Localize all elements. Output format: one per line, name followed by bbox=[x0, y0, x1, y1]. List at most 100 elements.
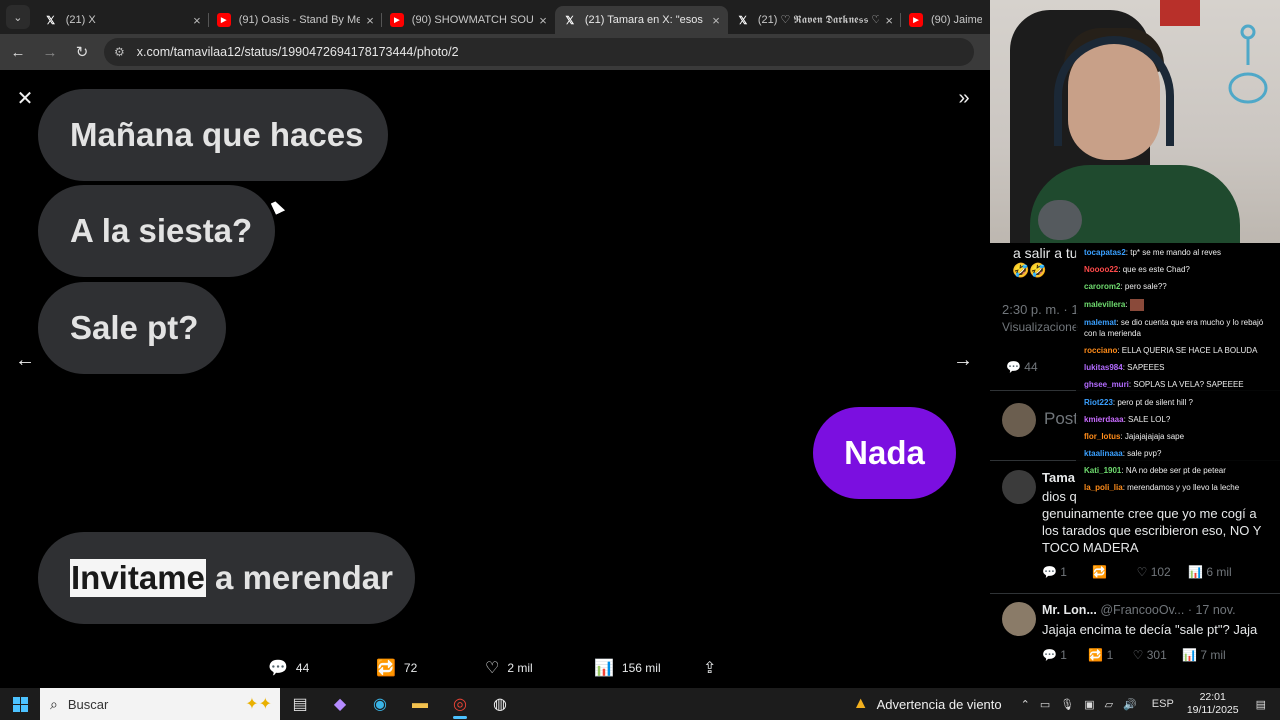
chat-message: lukitas984: SAPEEES bbox=[1084, 362, 1276, 373]
views-button[interactable]: 📊 156 mil bbox=[594, 658, 661, 678]
chat-username[interactable]: la_poli_lia bbox=[1084, 483, 1123, 492]
chat-text: que es este Chad? bbox=[1122, 265, 1190, 275]
chat-username[interactable]: carorom2 bbox=[1084, 282, 1120, 291]
like-button[interactable]: ♡ 2 mil bbox=[485, 658, 533, 678]
chat-username[interactable]: Noooo22 bbox=[1084, 265, 1118, 274]
network-icon[interactable]: ▱ bbox=[1105, 698, 1113, 711]
chat-username[interactable]: malemat bbox=[1084, 318, 1116, 327]
reply-button[interactable]: 💬 44 bbox=[268, 658, 309, 678]
avatar[interactable] bbox=[1002, 403, 1036, 437]
language-indicator[interactable]: ESP bbox=[1152, 698, 1174, 710]
tray-app-icon[interactable]: ▭ bbox=[1040, 698, 1050, 711]
reply-icon[interactable]: 💬 bbox=[1042, 565, 1060, 579]
forward-icon[interactable]: → bbox=[36, 38, 64, 66]
reply-count: 44 bbox=[295, 661, 310, 675]
weather-widget[interactable]: ▲ Advertencia de viento bbox=[853, 695, 1002, 713]
edge-icon[interactable]: ◉ bbox=[360, 688, 400, 720]
close-icon[interactable]: ✕ bbox=[9, 82, 41, 114]
chat-text: NA no debe ser pt de petear bbox=[1125, 466, 1226, 476]
camera-icon[interactable]: ▣ bbox=[1084, 698, 1094, 711]
chat-username[interactable]: tocapatas2 bbox=[1084, 248, 1126, 257]
avatar[interactable] bbox=[1002, 470, 1036, 504]
repost-icon[interactable]: 🔁 bbox=[1092, 565, 1107, 579]
tab-2[interactable]: ▶ (90) SHOWMATCH SOUND × bbox=[382, 6, 555, 34]
share-button[interactable]: ⇪ bbox=[703, 658, 716, 678]
bubble-text: Mañana que haces bbox=[70, 116, 364, 153]
post-reply-input[interactable]: Post bbox=[1044, 409, 1078, 429]
taskbar-search[interactable]: ⌕ Buscar ✦✦ bbox=[40, 688, 280, 720]
chat-username[interactable]: kmierdaaa bbox=[1084, 415, 1124, 424]
like-count: 301 bbox=[1146, 648, 1167, 662]
x-icon: 𝕏 bbox=[46, 14, 56, 27]
repost-button[interactable]: 🔁 72 bbox=[376, 658, 417, 678]
tab-close-icon[interactable]: × bbox=[193, 13, 201, 28]
volume-icon[interactable]: 🔊 bbox=[1123, 698, 1137, 711]
chrome-icon[interactable]: ◎ bbox=[440, 688, 480, 720]
divider bbox=[990, 593, 1280, 594]
tab-title: (21) X bbox=[65, 14, 96, 26]
tab-close-icon[interactable]: × bbox=[539, 13, 547, 28]
tab-3-active[interactable]: 𝕏 (21) Tamara en X: "esos ch × bbox=[554, 6, 728, 34]
start-button[interactable] bbox=[0, 688, 40, 720]
views-label: Visualizacione bbox=[1002, 320, 1079, 334]
chat-username[interactable]: Riot223 bbox=[1084, 398, 1113, 407]
youtube-icon: ▶ bbox=[908, 13, 923, 27]
heart-icon[interactable]: ♡ bbox=[1133, 648, 1147, 662]
reload-icon[interactable]: ↻ bbox=[68, 38, 96, 66]
reply-author-name[interactable]: Tama bbox=[1042, 470, 1075, 485]
heart-icon[interactable]: ♡ bbox=[1137, 565, 1151, 579]
chat-bubble-sent: Nada bbox=[813, 407, 956, 499]
views-count: 6 mil bbox=[1206, 565, 1232, 579]
copilot-icon[interactable]: ◆ bbox=[320, 688, 360, 720]
clock[interactable]: 22:01 19/11/2025 bbox=[1187, 691, 1239, 717]
tab-1[interactable]: ▶ (91) Oasis - Stand By Me (C × bbox=[209, 6, 382, 34]
obs-icon[interactable]: ◍ bbox=[480, 688, 520, 720]
clock-date: 19/11/2025 bbox=[1186, 704, 1239, 716]
analytics-icon[interactable]: 📊 bbox=[1188, 565, 1206, 579]
analytics-icon[interactable]: 📊 bbox=[1182, 648, 1200, 662]
url-field[interactable]: ⚙ x.com/tamavilaa12/status/1990472694178… bbox=[104, 38, 974, 66]
site-info-icon[interactable]: ⚙ bbox=[114, 45, 125, 59]
microphone-icon[interactable]: 🎙 bbox=[1060, 698, 1074, 711]
tab-5[interactable]: ▶ (90) Jaime bbox=[901, 6, 990, 34]
task-view-icon[interactable]: ▤ bbox=[280, 688, 320, 720]
chat-username[interactable]: malevillera bbox=[1084, 300, 1125, 309]
previous-photo-icon[interactable]: ← bbox=[9, 344, 41, 376]
back-icon[interactable]: ← bbox=[4, 38, 32, 66]
repost-icon[interactable]: 🔁 bbox=[1088, 648, 1106, 662]
tab-close-icon[interactable]: × bbox=[885, 13, 893, 28]
notifications-icon[interactable]: ▤ bbox=[1256, 698, 1266, 711]
youtube-icon: ▶ bbox=[216, 13, 231, 27]
tab-search-menu-icon[interactable]: ⌄ bbox=[6, 5, 30, 29]
chat-username[interactable]: ktaalinaaa bbox=[1084, 449, 1123, 458]
avatar[interactable] bbox=[1002, 602, 1036, 636]
tab-close-icon[interactable]: × bbox=[712, 13, 720, 28]
reply-icon[interactable]: 💬 bbox=[1042, 648, 1060, 662]
chat-username[interactable]: rocciano bbox=[1084, 346, 1117, 355]
tab-4[interactable]: 𝕏 (21) ♡ 𝕽𝖆𝖛𝖊𝖓 𝕯𝖆𝖗𝖐𝖓𝖊𝖘𝖘 ♡ × bbox=[728, 6, 901, 34]
weather-text: Advertencia de viento bbox=[876, 696, 1002, 712]
next-photo-icon[interactable]: → bbox=[947, 344, 979, 376]
views-count: 156 mil bbox=[621, 661, 661, 675]
file-explorer-icon[interactable]: ▬ bbox=[400, 688, 440, 720]
reply-actions: 💬 1 🔁 ♡ 102 📊 6 mil bbox=[1042, 565, 1272, 579]
chevron-up-icon[interactable]: ⌃ bbox=[1021, 698, 1030, 711]
chat-text: Jajajajajaja sape bbox=[1124, 431, 1185, 441]
chat-username[interactable]: ghsee_muri bbox=[1084, 380, 1129, 389]
chat-message: Noooo22: que es este Chad? bbox=[1084, 264, 1276, 275]
chat-username[interactable]: flor_lotus bbox=[1084, 432, 1120, 441]
tab-title: (21) Tamara en X: "esos ch bbox=[584, 14, 707, 26]
chat-username[interactable]: lukitas984 bbox=[1084, 363, 1123, 372]
chat-text: sale pvp? bbox=[1127, 449, 1162, 459]
tab-close-icon[interactable]: × bbox=[366, 13, 374, 28]
tab-0[interactable]: 𝕏 (21) X × bbox=[36, 6, 209, 34]
reply-author-name[interactable]: Mr. Lon... @FrancooOv... · 17 nov. bbox=[1042, 603, 1236, 617]
side-reply-count[interactable]: 💬 44 bbox=[1006, 360, 1038, 374]
chat-message: ghsee_muri: SOPLAS LA VELA? SAPEEEE bbox=[1084, 379, 1276, 390]
bubble-text: Sale pt? bbox=[70, 309, 199, 346]
chat-bubble-received: Sale pt? bbox=[38, 282, 226, 374]
warning-icon: ▲ bbox=[852, 695, 869, 712]
url-text: x.com/tamavilaa12/status/199047269417817… bbox=[136, 45, 459, 59]
chat-username[interactable]: Kati_1901 bbox=[1084, 466, 1121, 475]
expand-sidebar-icon[interactable]: » bbox=[948, 82, 980, 114]
